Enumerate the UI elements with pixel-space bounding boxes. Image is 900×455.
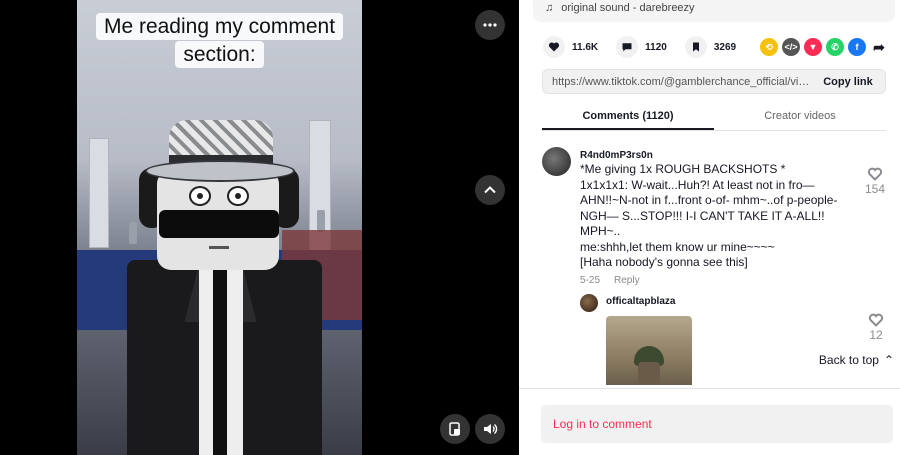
comment-text: *Me giving 1x ROUGH BACKSHOTS * 1x1x1x1:… xyxy=(580,162,862,271)
like-stat[interactable]: 11.6K xyxy=(543,36,598,58)
login-prompt: Log in to comment xyxy=(553,417,652,431)
more-options-button[interactable] xyxy=(475,10,505,40)
comment-username[interactable]: officaltapblaza xyxy=(606,296,675,307)
avatar[interactable] xyxy=(580,294,598,312)
music-note-icon: ♫ xyxy=(545,2,554,14)
bookmark-icon xyxy=(684,36,707,58)
like-count: 11.6K xyxy=(572,41,599,53)
share-row: ⟲ </> ▼ ✆ f ➦ xyxy=(760,38,888,56)
video-pane: Me reading my comment section: xyxy=(0,0,519,455)
comment-like-count: 12 xyxy=(869,328,883,342)
comment-line: [Haha nobody's gonna see this] xyxy=(580,255,748,269)
whatsapp-icon[interactable]: ✆ xyxy=(826,38,844,56)
repost-icon[interactable]: ⟲ xyxy=(760,38,778,56)
comment-list: R4nd0mP3rs0n *Me giving 1x ROUGH BACKSHO… xyxy=(519,140,900,385)
hat-brim xyxy=(145,160,295,182)
comment-date: 5-25 xyxy=(580,275,601,286)
comment-line: 1x1x1x1: W-wait...Huh?! At least not in … xyxy=(580,177,815,192)
avatar[interactable] xyxy=(542,147,571,176)
save-stat[interactable]: 3269 xyxy=(684,36,737,58)
comment-line: NGH— S...STOP!!! I-I CAN'T TAKE IT A-ALL… xyxy=(580,208,825,223)
back-to-top-button[interactable]: Back to top ⌃ xyxy=(811,350,900,370)
comment-line: *Me giving 1x ROUGH BACKSHOTS * xyxy=(580,162,786,176)
sound-card[interactable]: ♫ original sound - darebreezy xyxy=(533,0,895,22)
video-url[interactable]: https://www.tiktok.com/@gamblerchance_of… xyxy=(552,76,811,88)
save-count: 3269 xyxy=(713,41,737,53)
previous-video-button[interactable] xyxy=(475,175,505,205)
comment-like-button[interactable]: 12 xyxy=(868,312,884,342)
picture-in-picture-icon xyxy=(449,422,460,436)
comment-username[interactable]: R4nd0mP3rs0n xyxy=(580,150,653,161)
chevron-up-icon xyxy=(484,186,496,194)
heart-outline-icon xyxy=(867,167,883,181)
volume-button[interactable] xyxy=(475,414,505,444)
comment-line: me:shhh,let them know ur mine~~~~ xyxy=(580,239,775,254)
volume-icon xyxy=(484,423,498,435)
video-player[interactable]: Me reading my comment section: xyxy=(77,0,362,455)
lamp xyxy=(317,210,325,232)
login-to-comment-button[interactable]: Log in to comment xyxy=(541,405,893,443)
tab-comments[interactable]: Comments (1120) xyxy=(542,104,714,130)
facebook-icon[interactable]: f xyxy=(848,38,866,56)
wall-panel xyxy=(89,138,109,248)
comment-line: MPH~.. xyxy=(580,224,621,238)
copy-link-button[interactable]: Copy link xyxy=(811,76,885,88)
mouth xyxy=(209,246,229,249)
eye xyxy=(189,186,211,206)
back-to-top-label: Back to top xyxy=(818,353,879,367)
side-panel: ♫ original sound - darebreezy 11.6K 1120… xyxy=(519,0,900,455)
comment-input-bar: Log in to comment xyxy=(519,388,900,455)
sound-label[interactable]: original sound - darebreezy xyxy=(561,2,694,14)
video-caption-line1: Me reading my comment xyxy=(77,13,362,40)
lamp xyxy=(129,222,137,244)
double-chevron-up-icon: ⌃ xyxy=(883,353,894,367)
reply-button[interactable]: Reply xyxy=(614,275,640,286)
comment-line: AHN!!~N-not in f...front o-of- mhm~..of … xyxy=(580,193,838,207)
comment-icon xyxy=(616,36,639,58)
more-horizontal-icon xyxy=(483,23,497,27)
video-caption-line2: section: xyxy=(77,41,362,68)
share-arrow-icon[interactable]: ➦ xyxy=(870,38,888,56)
stats-row: 11.6K 1120 3269 ⟲ </> ▼ ✆ f ➦ xyxy=(543,36,888,58)
comment-like-button[interactable]: 154 xyxy=(865,166,885,196)
sunglasses xyxy=(159,210,279,238)
floating-player-button[interactable] xyxy=(440,414,470,444)
reply-image[interactable] xyxy=(606,316,692,385)
soldier-face xyxy=(638,362,660,384)
comment-count: 1120 xyxy=(645,41,667,53)
heart-icon xyxy=(543,36,565,58)
comment-like-count: 154 xyxy=(865,182,886,196)
comment-meta: 5-25 Reply xyxy=(580,275,640,286)
embed-icon[interactable]: </> xyxy=(782,38,800,56)
tabs: Comments (1120) Creator videos xyxy=(542,104,886,131)
heart-outline-icon xyxy=(868,313,884,327)
tab-creator-videos[interactable]: Creator videos xyxy=(714,104,886,130)
eye xyxy=(227,186,249,206)
send-icon[interactable]: ▼ xyxy=(804,38,822,56)
comment-stat[interactable]: 1120 xyxy=(616,36,667,58)
link-row: https://www.tiktok.com/@gamblerchance_of… xyxy=(542,69,886,94)
tie xyxy=(213,270,227,455)
